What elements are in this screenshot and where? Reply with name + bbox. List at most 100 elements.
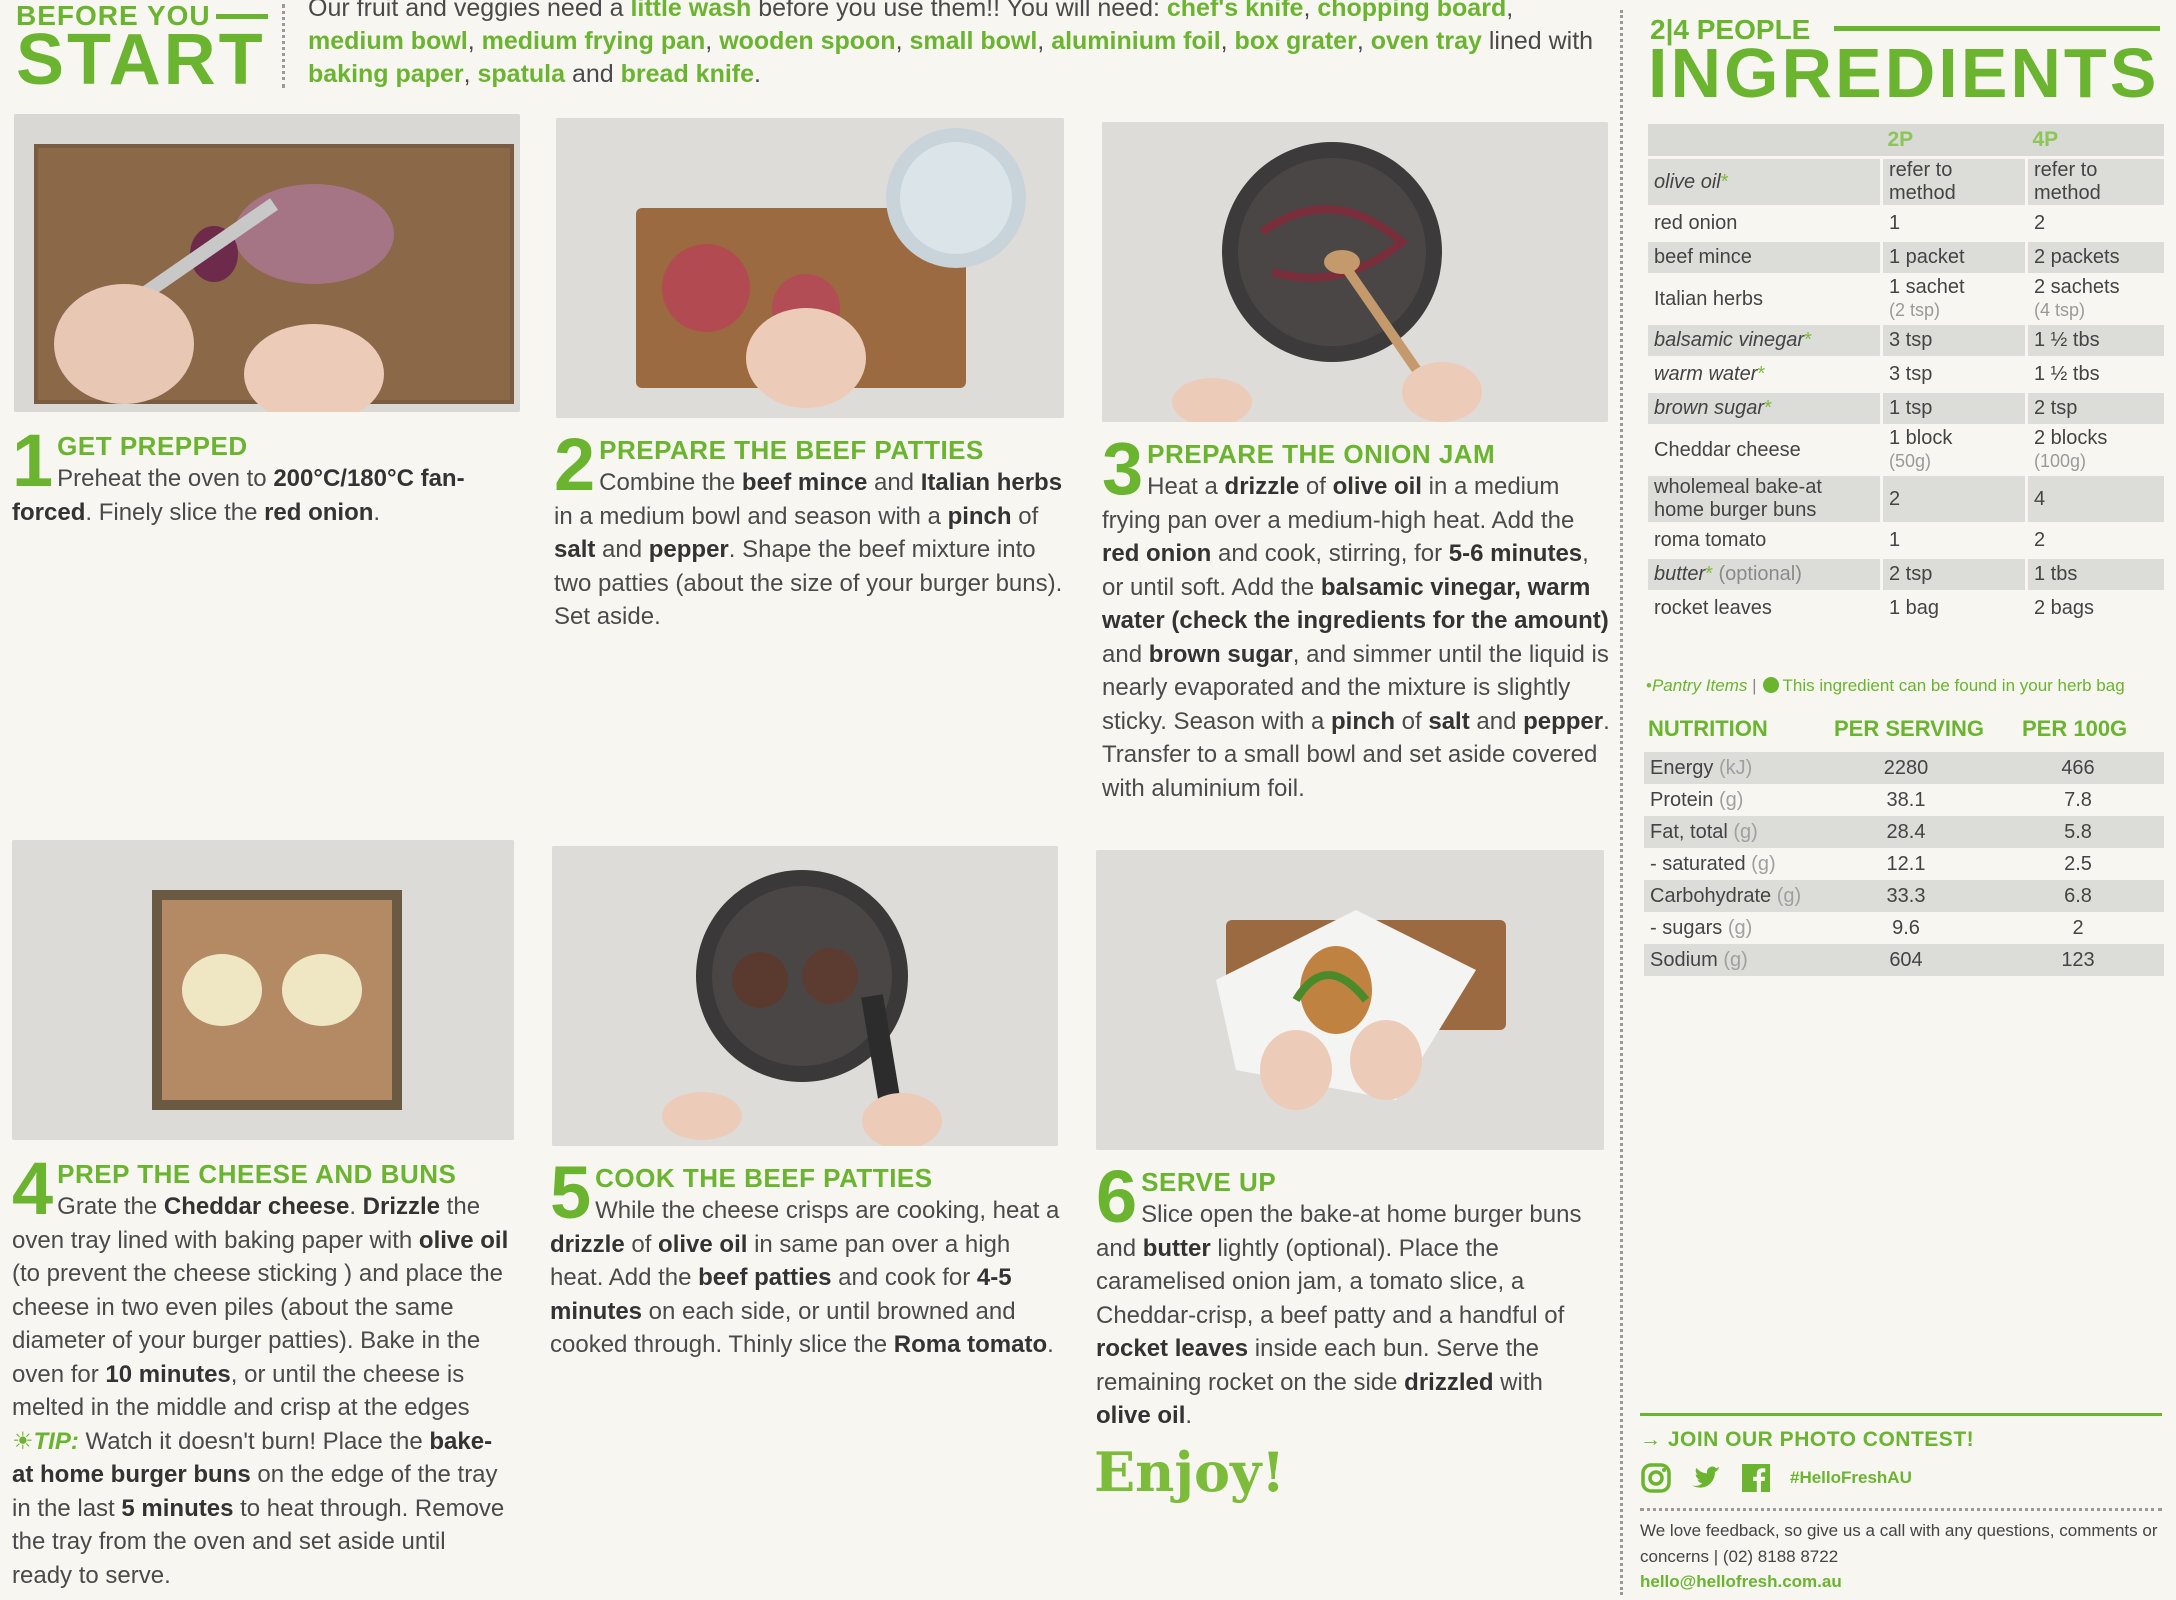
tip-label: TIP: — [33, 1427, 79, 1455]
step-5-photo — [552, 846, 1058, 1146]
step-4-tip: Watch it doesn't burn! Place the bake-at… — [12, 1428, 504, 1589]
step-5-number: 5 — [550, 1151, 592, 1234]
nutrient-name: Fat, total (g) — [1644, 816, 1820, 848]
per-100g-value: 6.8 — [1992, 880, 2164, 912]
col-4p-header: 4P — [2026, 124, 2164, 159]
step-2-text: and — [595, 536, 649, 563]
step-3-text: and cook, stirring, for — [1211, 540, 1449, 567]
nutrient-name: Energy (kJ) — [1644, 752, 1820, 784]
nutrient-unit: (g) — [1776, 884, 1802, 907]
ingredient-name: Cheddar cheese — [1648, 425, 1883, 476]
tool-bread-knife: bread knife — [620, 60, 755, 88]
tool-item: small bowl — [909, 27, 1038, 55]
step-6-bold: butter — [1142, 1234, 1211, 1262]
optional-label: (optional) — [1718, 563, 1802, 585]
qty-4p: 2 bags — [2026, 591, 2164, 627]
per-100g-header: PER 100G — [2022, 716, 2128, 741]
step-1-photo — [14, 114, 520, 412]
per-100g-value: 7.8 — [2064, 788, 2092, 811]
qty-4p-value: 2 — [2034, 212, 2046, 234]
tool-item: wooden spoon — [719, 27, 896, 55]
step-5-text: . — [1047, 1331, 1054, 1358]
ingredients-legend: •Pantry Items | This ingredient can be fo… — [1646, 676, 2125, 696]
step-5-bold: beef patties — [698, 1264, 832, 1291]
ingredient-row: wholemeal bake-at home burger buns 2 4 — [1648, 474, 2164, 525]
qty-2p: 3 tsp — [1881, 357, 2028, 393]
qty-4p-value: refer to method — [2034, 159, 2101, 204]
qty-2p: 1 — [1881, 206, 2028, 242]
contact-email[interactable]: hello@hellofresh.com.au — [1640, 1572, 1842, 1592]
step-3-text: of — [1299, 473, 1333, 500]
nutrition-title: NUTRITION — [1648, 716, 1768, 741]
step-4-title: PREP THE CHEESE AND BUNS — [57, 1159, 457, 1189]
nutrition-row: Protein (g) 38.1 7.8 — [1644, 784, 2164, 816]
step-6: 6 SERVE UP Slice open the bake-at home b… — [1096, 1155, 1596, 1433]
facebook-icon[interactable] — [1740, 1462, 1772, 1494]
step-3-bold: pepper — [1523, 707, 1604, 735]
ingredient-row: Cheddar cheese 1 block (50g) 2 blocks (100g) — [1648, 425, 2164, 476]
ingredient-name-text: rocket leaves — [1654, 597, 1772, 619]
ingredients-title: INGREDIENTS — [1648, 34, 2160, 112]
nutrient-name-text: Protein — [1650, 788, 1719, 811]
qty-2p-value: 2 tsp — [1889, 563, 1933, 585]
qty-2p-value: 1 sachet — [1889, 276, 1965, 298]
nutrition-row: Sodium (g) 604 123 — [1644, 944, 2164, 976]
ingredient-name: butter* (optional) — [1648, 557, 1883, 593]
step-2-number: 2 — [554, 423, 596, 506]
herb-bag-icon — [1762, 677, 1779, 693]
step-1-title: GET PREPPED — [57, 431, 248, 461]
step-3: 3 PREPARE THE ONION JAM Heat a drizzle o… — [1102, 427, 1614, 805]
step-1-text: . — [373, 498, 381, 526]
per-serving-value: 12.1 — [1886, 852, 1926, 875]
photo-contest-label: → JOIN OUR PHOTO CONTEST! — [1640, 1428, 1975, 1451]
qty-2p-value: 2 — [1889, 487, 1901, 510]
step-4-text: . — [349, 1193, 363, 1220]
ingredient-row: roma tomato 1 2 — [1648, 523, 2164, 559]
qty-4p-value: 2 bags — [2034, 597, 2095, 619]
instagram-icon[interactable] — [1640, 1462, 1672, 1494]
step-3-number: 3 — [1102, 427, 1144, 510]
per-serving-value: 28.4 — [1820, 816, 1992, 848]
per-serving-value: 604 — [1820, 944, 1992, 976]
pantry-star-icon: * — [1757, 363, 1766, 385]
qty-2p: 1 sachet (2 tsp) — [1881, 274, 2028, 325]
step-4-bold: olive oil — [418, 1226, 509, 1254]
qty-2p: 1 block (50g) — [1881, 425, 2028, 476]
ingredient-row: brown sugar* 1 tsp 2 tsp — [1648, 391, 2164, 427]
step-4-number: 4 — [12, 1147, 54, 1230]
nutrient-name-text: Energy — [1650, 756, 1719, 779]
step-5-text: and cook for — [831, 1264, 977, 1291]
ingredient-row: balsamic vinegar* 3 tsp 1 ½ tbs — [1648, 323, 2164, 359]
twitter-icon[interactable] — [1690, 1462, 1722, 1494]
step-6-text: with — [1493, 1368, 1543, 1396]
tool-item: medium frying pan — [481, 27, 706, 55]
tip-icon: ☀ — [12, 1427, 34, 1455]
step-1-bold: red onion — [264, 498, 374, 526]
nutrient-name: Protein (g) — [1644, 784, 1820, 816]
nutrition-row: - sugars (g) 9.6 2 — [1644, 912, 2164, 944]
ingredient-name-text: red onion — [1654, 212, 1738, 234]
step-2: 2 PREPARE THE BEEF PATTIES Combine the b… — [554, 423, 1064, 634]
step-3-text: and — [1469, 707, 1524, 735]
qty-2p-value: 1 bag — [1889, 597, 1940, 619]
step-2-bold: pinch — [947, 502, 1012, 530]
per-serving-value: 9.6 — [1892, 916, 1920, 939]
nutrient-name-text: Fat, total — [1650, 820, 1734, 843]
nutrient-name: - saturated (g) — [1644, 848, 1820, 880]
qty-4p-value: 4 — [2034, 487, 2046, 510]
step-3-bold: red onion — [1102, 540, 1212, 567]
step-6-number: 6 — [1096, 1155, 1138, 1238]
step-4-bold: Drizzle — [362, 1193, 441, 1220]
ingredient-name-text: beef mince — [1654, 246, 1752, 268]
ingredient-name: warm water* — [1648, 357, 1883, 393]
and-text: and — [565, 60, 621, 88]
ingredient-name: brown sugar* — [1648, 391, 1883, 427]
pantry-star-icon: * — [1764, 397, 1772, 419]
step-3-bold: 5-6 minutes — [1448, 540, 1583, 567]
ingredient-name-text: olive oil — [1654, 170, 1721, 193]
ingredients-body: olive oil* refer to method refer to method… — [1648, 157, 2164, 627]
hashtag[interactable]: #HelloFreshAU — [1790, 1468, 1912, 1488]
feedback-text: We love feedback, so give us a call with… — [1640, 1521, 2158, 1566]
step-2-bold: pepper — [648, 536, 729, 563]
step-6-bold: drizzled — [1404, 1368, 1494, 1396]
